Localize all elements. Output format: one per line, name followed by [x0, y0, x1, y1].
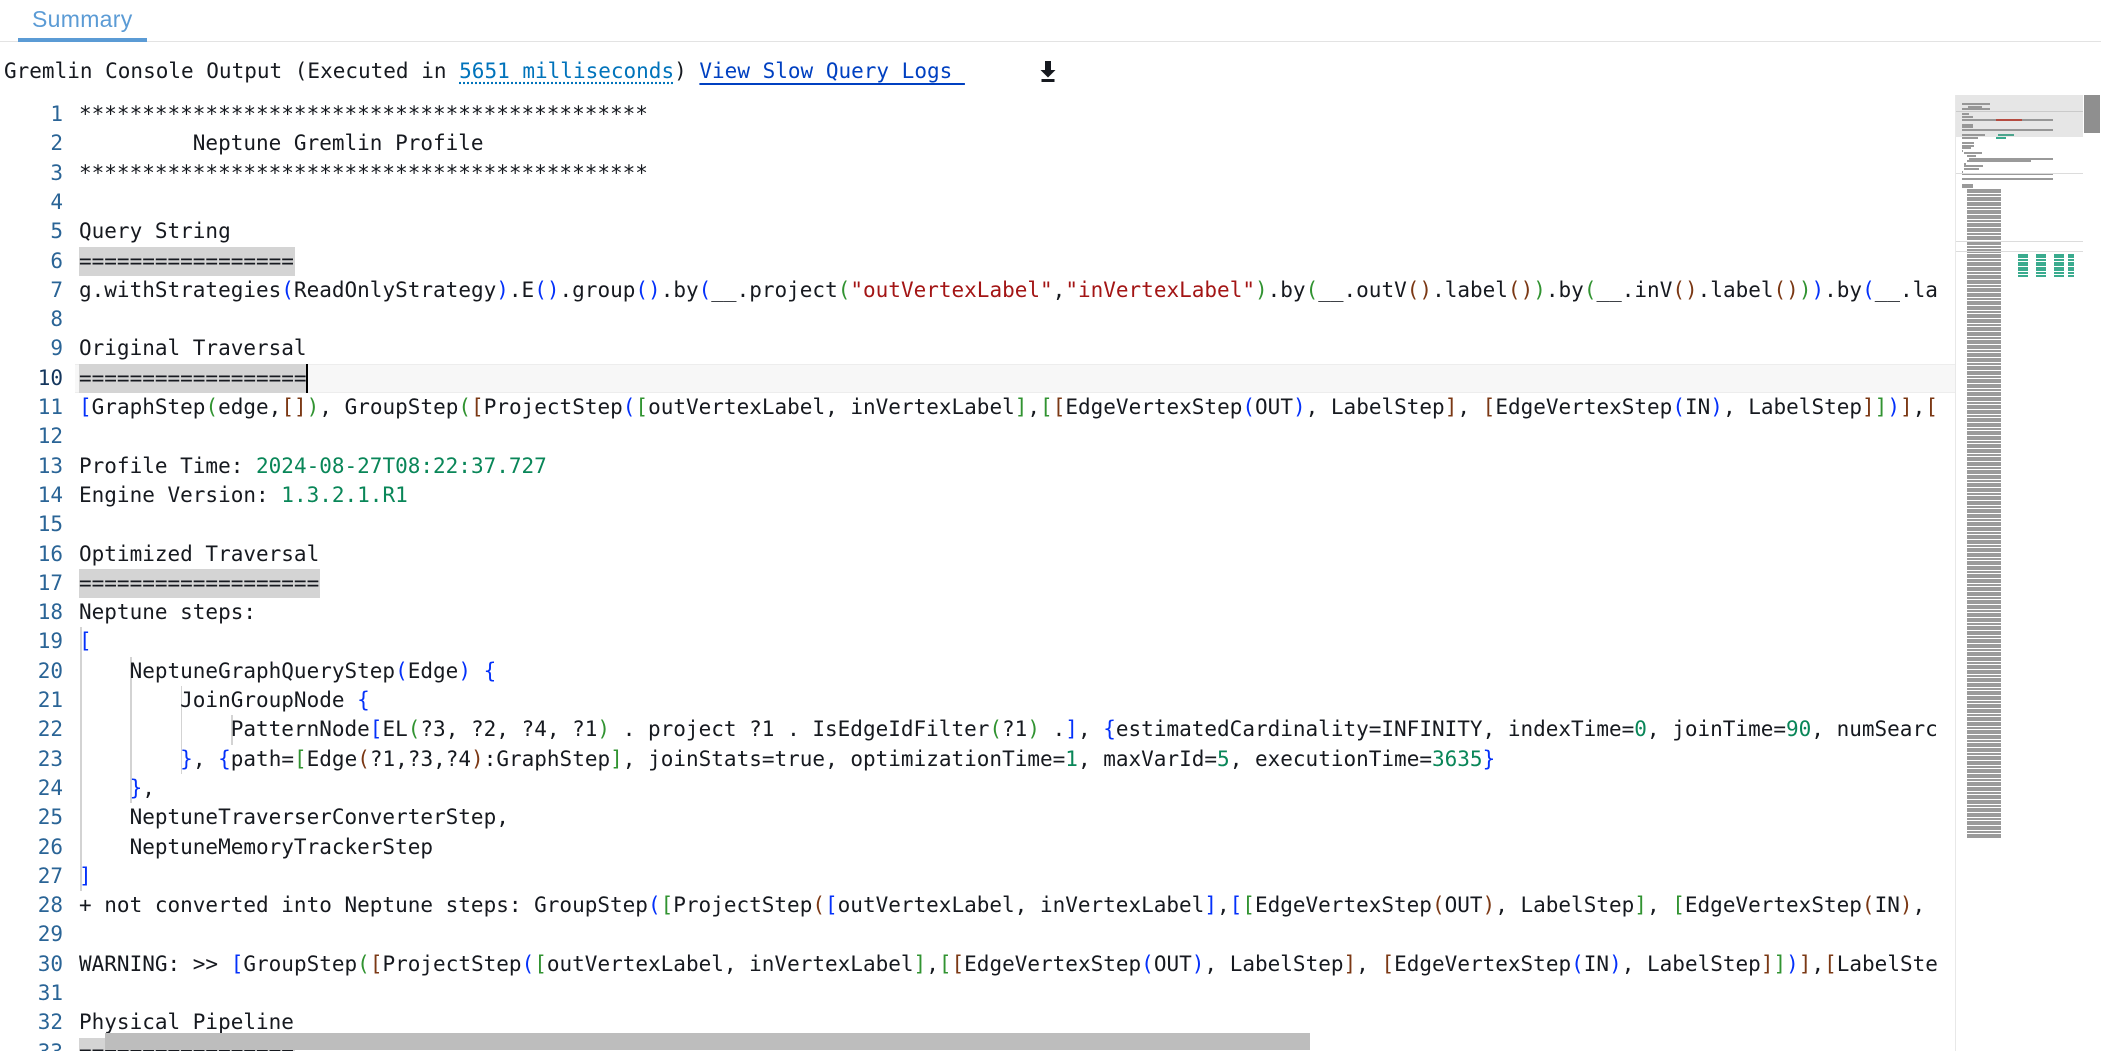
line-number: 3: [50, 160, 63, 185]
line-number: 19: [37, 629, 63, 654]
code-line[interactable]: [75, 188, 79, 217]
minimap-line-accent: [2068, 274, 2074, 277]
view-slow-query-logs-link[interactable]: View Slow Query Logs: [699, 59, 965, 83]
code-line[interactable]: =================: [75, 247, 294, 276]
code-line[interactable]: Neptune Gremlin Profile: [75, 129, 484, 158]
line-number: 21: [37, 688, 63, 712]
code-line[interactable]: ****************************************…: [75, 100, 648, 129]
execution-duration-link[interactable]: 5651 milliseconds: [459, 59, 674, 83]
vertical-scrollbar[interactable]: [2083, 95, 2101, 1051]
code-line[interactable]: [75, 979, 79, 1008]
line-number: 12: [37, 424, 63, 449]
line-number: 15: [37, 512, 63, 537]
code-line[interactable]: Profile Time: 2024-08-27T08:22:37.727: [75, 452, 547, 481]
line-number: 1: [50, 102, 63, 126]
console-output-header: Gremlin Console Output (Executed in 5651…: [0, 50, 2101, 92]
minimap-line: [1962, 149, 1963, 152]
code-line[interactable]: g.withStrategies(ReadOnlyStrategy).E().g…: [75, 276, 1938, 305]
line-number: 10: [37, 365, 63, 390]
line-number: 25: [37, 805, 63, 830]
code-line[interactable]: NeptuneMemoryTrackerStep: [75, 833, 433, 862]
tab-summary[interactable]: Summary: [18, 0, 147, 42]
line-number: 32: [37, 1010, 63, 1035]
code-line[interactable]: WARNING: >> [GroupStep([ProjectStep([out…: [75, 950, 1938, 979]
line-number: 31: [37, 981, 63, 1005]
line-number: 30: [37, 951, 63, 976]
line-number: 33: [3, 1038, 63, 1051]
minimap-line: [1962, 147, 1971, 150]
line-number: 11: [37, 395, 63, 419]
horizontal-scrollbar[interactable]: [75, 1031, 1955, 1051]
code-line[interactable]: NeptuneTraverserConverterStep,: [75, 803, 509, 832]
line-number: 16: [37, 541, 63, 566]
code-line[interactable]: [GraphStep(edge,[]), GroupStep([ProjectS…: [75, 393, 1938, 422]
code-line[interactable]: [: [75, 627, 92, 656]
line-number: 17: [37, 570, 63, 595]
code-line[interactable]: Neptune steps:: [75, 598, 256, 627]
code-line[interactable]: }, {path=[Edge(?1,?3,?4):GraphStep], joi…: [75, 745, 1495, 774]
minimap[interactable]: [1955, 95, 2083, 1051]
minimap-line-accent: [1996, 136, 2006, 139]
code-line[interactable]: Engine Version: 1.3.2.1.R1: [75, 481, 408, 510]
line-number: 29: [37, 922, 63, 947]
tab-summary-label: Summary: [32, 5, 133, 32]
code-line[interactable]: + not converted into Neptune steps: Grou…: [75, 891, 1938, 920]
line-number: 22: [37, 717, 63, 742]
line-number: 28: [37, 893, 63, 918]
code-line[interactable]: ==================: [75, 364, 307, 393]
code-line[interactable]: JoinGroupNode {: [75, 686, 370, 715]
minimap-separator: [1956, 251, 2083, 253]
minimap-separator: [1956, 240, 2083, 242]
code-line[interactable]: [75, 305, 79, 334]
code-line[interactable]: Original Traversal: [75, 334, 307, 363]
code-content-area[interactable]: ****************************************…: [75, 95, 1955, 1051]
line-number: 14: [37, 482, 63, 507]
text-cursor: [305, 363, 309, 393]
code-line[interactable]: [75, 510, 79, 539]
line-number: 4: [50, 189, 63, 214]
code-editor[interactable]: 1 2 3 4 5 6 7 8 9 10 11 12 13 14 15 16 17 18 19 20 21 22 23 24 2…: [0, 95, 2101, 1051]
code-line[interactable]: [75, 920, 79, 949]
minimap-line: [1962, 136, 1979, 139]
code-line[interactable]: },: [75, 774, 155, 803]
line-number: 20: [37, 658, 63, 683]
console-header-suffix: ): [674, 59, 700, 83]
line-number: 5: [50, 219, 63, 244]
line-number: 23: [37, 746, 63, 771]
minimap-separator: [1956, 173, 2083, 175]
line-number: 7: [50, 277, 63, 302]
minimap-line: [1964, 168, 1980, 170]
minimap-line: [1962, 178, 2054, 181]
code-line[interactable]: PatternNode[EL(?3, ?2, ?4, ?1) . project…: [75, 715, 1938, 744]
current-line-highlight: [75, 363, 1955, 393]
code-line[interactable]: [75, 422, 79, 451]
line-number: 24: [37, 775, 63, 800]
line-number: 8: [50, 307, 63, 332]
line-number: 13: [37, 453, 63, 478]
line-number: 9: [50, 336, 63, 361]
line-number: 2: [50, 131, 63, 156]
code-line[interactable]: Query String: [75, 217, 231, 246]
code-line[interactable]: Optimized Traversal: [75, 540, 319, 569]
line-number: 27: [37, 863, 63, 888]
code-line[interactable]: ]: [75, 862, 92, 891]
minimap-line: [1966, 160, 2032, 163]
minimap-line-accent: [2054, 274, 2064, 277]
line-number: 26: [37, 834, 63, 859]
vertical-scrollbar-thumb[interactable]: [2084, 95, 2100, 133]
console-header-prefix: Gremlin Console Output (Executed in: [4, 59, 460, 83]
line-number-gutter: 1 2 3 4 5 6 7 8 9 10 11 12 13 14 15 16 17 18 19 20 21 22 23 24 2…: [0, 95, 75, 1051]
minimap-line-accent: [2018, 274, 2028, 277]
minimap-line: [1966, 836, 2002, 839]
line-number: 6: [50, 248, 63, 273]
code-line[interactable]: NeptuneGraphQueryStep(Edge) {: [75, 657, 497, 686]
line-number: 18: [37, 600, 63, 625]
minimap-viewport-slider[interactable]: [1956, 95, 2083, 137]
horizontal-scrollbar-thumb[interactable]: [105, 1033, 1310, 1050]
minimap-line-accent: [2036, 274, 2046, 277]
code-line[interactable]: ****************************************…: [75, 159, 648, 188]
code-line[interactable]: ===================: [75, 569, 319, 598]
